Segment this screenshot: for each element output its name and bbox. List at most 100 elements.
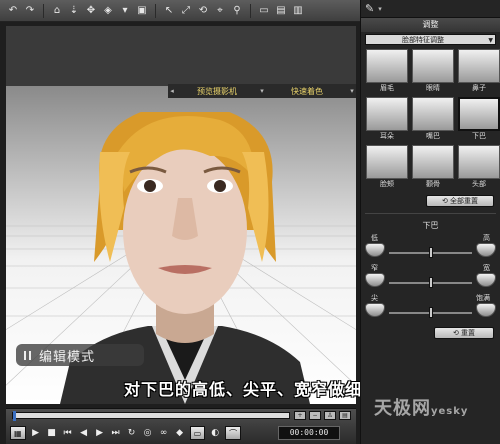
viewport-background bbox=[6, 26, 356, 86]
slider-max-label: 高 bbox=[483, 234, 490, 242]
options-icon[interactable]: ▤ bbox=[339, 411, 351, 420]
frame-icon[interactable]: ▣ bbox=[135, 4, 149, 18]
reset-button[interactable]: ⟲ 重置 bbox=[434, 327, 494, 339]
chin-pointed-icon bbox=[365, 303, 385, 317]
select-icon[interactable]: ▾ bbox=[118, 4, 132, 18]
play-icon[interactable]: ▶ bbox=[30, 427, 42, 439]
move-down-icon[interactable]: ⇣ bbox=[67, 4, 81, 18]
chin-wide-icon bbox=[476, 273, 496, 287]
timeline-handle[interactable] bbox=[13, 411, 16, 421]
slider-max-label: 饱满 bbox=[476, 294, 490, 302]
stop-icon[interactable]: ■ bbox=[46, 427, 58, 439]
main-toolbar: ↶ ↷ ⌂ ⇣ ✥ ◈ ▾ ▣ ↖ ⤢ ⟲ ⌖ ⚲ ▭ ▤ ▥ bbox=[0, 0, 360, 22]
feature-grid: 眉毛 眼睛 鼻子 耳朵 嘴巴 下巴 脸颊 颧骨 头部 bbox=[361, 47, 500, 191]
rotate-icon[interactable]: ⟲ bbox=[196, 4, 210, 18]
prev-frame-icon[interactable]: ◀ bbox=[78, 427, 90, 439]
feature-chin[interactable]: 下巴 bbox=[457, 97, 500, 143]
feature-eyebrow[interactable]: 眉毛 bbox=[365, 49, 409, 95]
pointer-icon[interactable]: ↖ bbox=[162, 4, 176, 18]
feature-dropdown[interactable]: 脸部特征调整 ▼ bbox=[365, 34, 496, 45]
chin-full-icon bbox=[476, 303, 496, 317]
view-icon[interactable]: ◈ bbox=[101, 4, 115, 18]
feature-cheekbone[interactable]: 颧骨 bbox=[411, 145, 455, 191]
slider-height: 低 高 bbox=[365, 231, 496, 261]
eyebrow-icon bbox=[366, 49, 408, 83]
slider-width: 窄 宽 bbox=[365, 261, 496, 291]
feature-dropdown-value: 脸部特征调整 bbox=[402, 36, 444, 44]
curve-icon[interactable]: ⌒ bbox=[225, 426, 242, 440]
feature-eyes[interactable]: 眼睛 bbox=[411, 49, 455, 95]
eye-icon bbox=[412, 49, 454, 83]
film-icon[interactable]: ▦ bbox=[10, 426, 26, 440]
edit-mode-badge[interactable]: 编辑模式 bbox=[16, 344, 144, 366]
character-icon[interactable]: ♙ bbox=[324, 411, 336, 420]
mouth-icon bbox=[412, 97, 454, 131]
timeline-slider[interactable] bbox=[12, 411, 290, 421]
watermark: 天极网yesky bbox=[374, 398, 469, 419]
feature-ear[interactable]: 耳朵 bbox=[365, 97, 409, 143]
timecode-display: 00:00:00 bbox=[278, 426, 340, 440]
panel-header: ✎ ▾ bbox=[361, 0, 500, 18]
slider-min-label: 低 bbox=[371, 234, 378, 242]
chevron-down-icon[interactable]: ▾ bbox=[348, 87, 356, 95]
toolbar-divider bbox=[43, 3, 44, 18]
remove-key-icon[interactable]: − bbox=[309, 411, 321, 420]
redo-icon[interactable]: ↷ bbox=[23, 4, 37, 18]
key-frame-icon[interactable]: ◆ bbox=[174, 427, 186, 439]
slider-min-label: 尖 bbox=[371, 294, 378, 302]
record-icon[interactable]: ◎ bbox=[142, 427, 154, 439]
shading-select[interactable]: 快速着色 bbox=[266, 86, 348, 97]
adjust-panel: ✎ ▾ 调整 脸部特征调整 ▼ 眉毛 眼睛 鼻子 耳朵 嘴巴 下巴 脸颊 颧骨 … bbox=[360, 0, 500, 444]
feature-mouth[interactable]: 嘴巴 bbox=[411, 97, 455, 143]
chin-group-title: 下巴 bbox=[422, 221, 439, 230]
slider-handle[interactable] bbox=[428, 277, 433, 288]
mode-label: 编辑模式 bbox=[39, 349, 96, 365]
slider-handle[interactable] bbox=[428, 307, 433, 318]
chin-icon bbox=[458, 97, 500, 131]
panel-divider bbox=[365, 213, 496, 214]
chevron-down-icon[interactable]: ▾ bbox=[258, 87, 266, 95]
prev-icon[interactable]: ⏮ bbox=[62, 427, 74, 439]
move-icon[interactable]: ✥ bbox=[84, 4, 98, 18]
link-icon[interactable]: ∞ bbox=[158, 427, 170, 439]
scale-icon[interactable]: ⤢ bbox=[179, 4, 193, 18]
key-icon[interactable]: + bbox=[294, 411, 306, 420]
bone-icon[interactable]: ⚲ bbox=[230, 4, 244, 18]
chevron-down-icon: ▼ bbox=[488, 37, 493, 44]
feature-cheek[interactable]: 脸颊 bbox=[365, 145, 409, 191]
home-icon[interactable]: ⌂ bbox=[50, 4, 64, 18]
feature-nose[interactable]: 鼻子 bbox=[457, 49, 500, 95]
slider-shape: 尖 饱满 bbox=[365, 291, 496, 321]
feature-head[interactable]: 头部 bbox=[457, 145, 500, 191]
camera-record-icon[interactable]: ◐ bbox=[209, 427, 221, 439]
slider-max-label: 宽 bbox=[483, 264, 490, 272]
next-icon[interactable]: ⏭ bbox=[110, 427, 122, 439]
playback-bar: + − ♙ ▤ ▦ ▶ ■ ⏮ ◀ ▶ ⏭ ↻ ◎ ∞ ◆ ▭ ◐ ⌒ 00:0… bbox=[6, 408, 356, 444]
pencil-icon[interactable]: ✎ bbox=[365, 2, 374, 15]
undo-icon[interactable]: ↶ bbox=[6, 4, 20, 18]
camera-select[interactable]: 预览摄影机 bbox=[176, 86, 258, 97]
chin-narrow-icon bbox=[365, 273, 385, 287]
reset-all-button[interactable]: ⟲ 全部重置 bbox=[426, 195, 494, 207]
settings-icon[interactable]: ▥ bbox=[291, 4, 305, 18]
slider-handle[interactable] bbox=[428, 247, 433, 258]
camera-bar: ◂ 预览摄影机 ▾ 快速着色 ▾ bbox=[168, 84, 356, 98]
chevron-down-icon[interactable]: ▾ bbox=[378, 5, 382, 13]
3d-viewport[interactable]: ◂ 预览摄影机 ▾ 快速着色 ▾ 编辑模式 bbox=[6, 26, 356, 404]
head-icon bbox=[458, 145, 500, 179]
reset-icon: ⟲ bbox=[441, 197, 451, 205]
cheek-icon bbox=[366, 145, 408, 179]
target-icon[interactable]: ⌖ bbox=[213, 4, 227, 18]
loop-icon[interactable]: ↻ bbox=[126, 427, 138, 439]
camera-icon[interactable]: ▭ bbox=[257, 4, 271, 18]
screen-icon[interactable]: ▤ bbox=[274, 4, 288, 18]
ear-icon bbox=[366, 97, 408, 131]
next-frame-icon[interactable]: ▶ bbox=[94, 427, 106, 439]
toolbar-divider bbox=[250, 3, 251, 18]
chin-low-icon bbox=[365, 243, 385, 257]
arrow-left-icon[interactable]: ◂ bbox=[168, 87, 176, 95]
screen-toggle-icon[interactable]: ▭ bbox=[189, 426, 206, 440]
nose-icon bbox=[458, 49, 500, 83]
pause-icon bbox=[24, 350, 31, 360]
cheekbone-icon bbox=[412, 145, 454, 179]
